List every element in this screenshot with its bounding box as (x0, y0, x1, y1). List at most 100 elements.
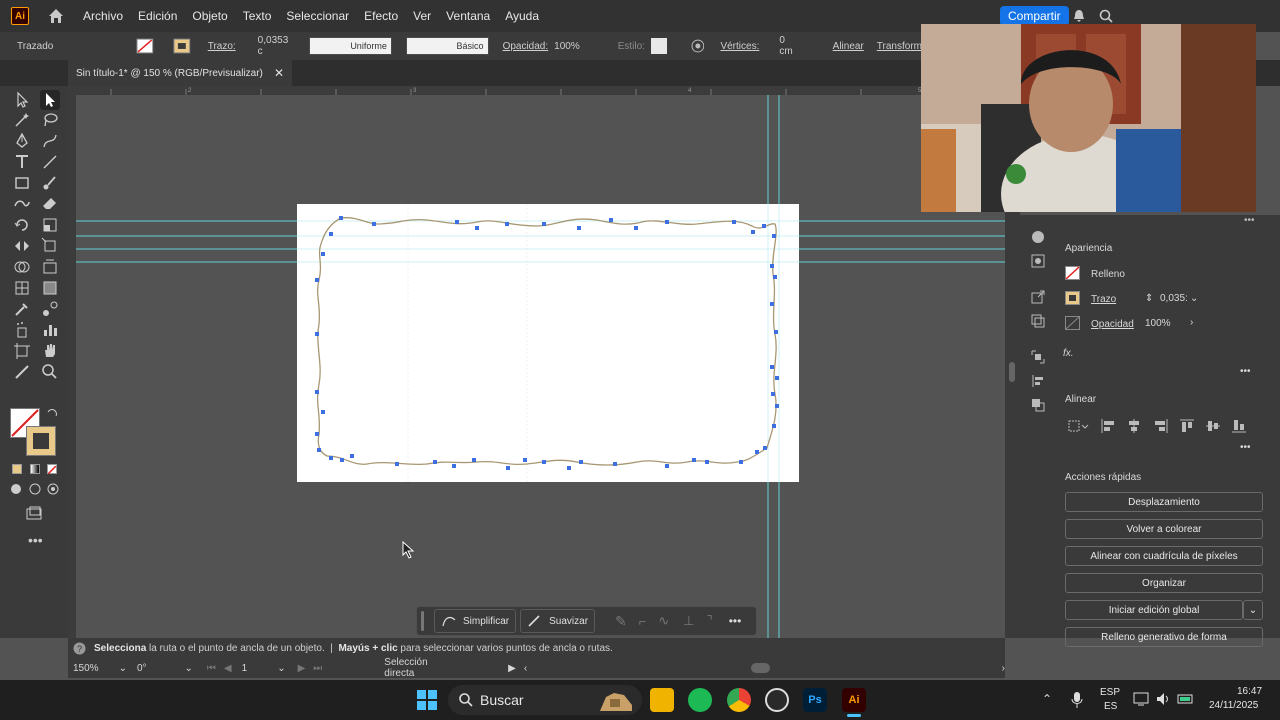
stroke-weight-input[interactable]: 0,0353 c (254, 35, 295, 57)
variable-width-profile[interactable]: Uniforme (309, 37, 392, 55)
align-link[interactable]: Alinear (833, 41, 864, 52)
opacity-arrow-icon[interactable]: › (1190, 317, 1193, 328)
appearance-opacity-value[interactable]: 100% (1145, 318, 1171, 329)
stroke-swatch-color[interactable] (26, 426, 56, 456)
recolor-icon[interactable] (691, 39, 705, 53)
more-options-icon[interactable]: ••• (729, 614, 742, 628)
menu-texto[interactable]: Texto (243, 9, 272, 23)
lasso-icon[interactable] (40, 110, 60, 130)
zoom-level[interactable]: 150% (73, 663, 99, 674)
draw-normal-icon[interactable] (9, 482, 23, 496)
pen-tool-icon[interactable] (12, 131, 32, 151)
draw-inside-icon[interactable] (46, 482, 60, 496)
ruler-edit-icon[interactable] (12, 362, 32, 382)
align-center-h-icon[interactable] (1126, 418, 1142, 434)
microphone-icon[interactable] (1070, 691, 1084, 709)
align-bottom-icon[interactable] (1231, 418, 1247, 434)
language-line2[interactable]: ES (1104, 701, 1117, 712)
stroke-dropdown-icon[interactable]: ⌄ (1190, 293, 1198, 304)
clock-date[interactable]: 24/11/2025 (1209, 700, 1258, 711)
last-artboard-icon[interactable]: ⏭ (313, 663, 322, 674)
status-menu-arrow-icon[interactable]: ▶ (508, 663, 516, 674)
stroke-stepper-icon[interactable]: ⇕ (1145, 293, 1153, 304)
stroke-swatch[interactable] (173, 38, 191, 54)
scroll-left-icon[interactable]: ‹ (524, 663, 527, 674)
zoom-tool-icon[interactable] (40, 362, 60, 382)
artboard-dropdown-icon[interactable]: ⌄ (277, 663, 285, 674)
width-tool-icon[interactable] (12, 236, 32, 256)
battery-icon[interactable] (1177, 691, 1195, 707)
pathfinder-icon[interactable] (1030, 397, 1046, 413)
fill-none-swatch[interactable] (136, 38, 154, 54)
appearance-fill-swatch[interactable] (1065, 266, 1080, 280)
file-explorer-icon[interactable] (650, 688, 674, 712)
volume-icon[interactable] (1155, 691, 1171, 707)
next-artboard-icon[interactable]: ▶ (298, 663, 306, 674)
none-mode-icon[interactable] (47, 464, 57, 475)
transform-icon[interactable] (1030, 349, 1046, 365)
brush-definition[interactable]: Básico (405, 37, 489, 55)
global-edit-dropdown[interactable]: ⌄ (1243, 600, 1263, 620)
appearance-fill-label[interactable]: Relleno (1091, 269, 1125, 280)
blend-tool-icon[interactable] (40, 299, 60, 319)
recolor-button[interactable]: Volver a colorear (1065, 519, 1263, 539)
align-more-icon[interactable]: ••• (1240, 442, 1251, 453)
anchor-smooth-icon[interactable]: ∿ (658, 613, 669, 629)
appearance-stroke-swatch[interactable] (1065, 291, 1080, 305)
wavy-frame-path[interactable] (297, 204, 799, 482)
prev-artboard-icon[interactable]: ◀ (224, 663, 232, 674)
direct-selection-tool-icon[interactable] (40, 90, 60, 110)
vertices-value[interactable]: 0 cm (779, 35, 800, 57)
artboard-number[interactable]: 1 (242, 663, 248, 674)
generative-shape-fill-button[interactable]: Relleno generativo de forma (1065, 627, 1263, 647)
color-mode-icon[interactable] (12, 464, 22, 474)
paintbrush-icon[interactable] (40, 173, 60, 193)
rectangle-tool-icon[interactable] (12, 173, 32, 193)
anchor-corner-icon[interactable]: ⌐ (639, 614, 647, 629)
type-tool-icon[interactable] (12, 152, 32, 172)
chrome-icon[interactable] (727, 688, 751, 712)
eraser-icon[interactable] (40, 194, 60, 214)
more-tools-icon[interactable]: ••• (28, 532, 43, 548)
appearance-stroke-value[interactable]: 0,035: (1160, 293, 1188, 304)
align-right-icon[interactable] (1153, 418, 1169, 434)
swap-colors-icon[interactable] (46, 408, 58, 420)
align-center-v-icon[interactable] (1205, 418, 1221, 434)
scroll-right-icon[interactable]: › (1002, 663, 1005, 674)
column-graph-icon[interactable] (40, 320, 60, 340)
simplify-button[interactable]: Simplificar (434, 609, 517, 633)
symbol-sprayer-icon[interactable] (12, 320, 32, 340)
shape-builder-icon[interactable] (12, 257, 32, 277)
align-top-icon[interactable] (1179, 418, 1195, 434)
curvature-tool-icon[interactable] (40, 131, 60, 151)
selection-tool-icon[interactable] (12, 90, 32, 110)
export-icon[interactable] (1030, 289, 1046, 305)
zoom-dropdown-icon[interactable]: ⌄ (119, 663, 127, 674)
draw-behind-icon[interactable] (28, 482, 42, 496)
share-button[interactable]: Compartir (1000, 6, 1069, 26)
anchor-remove-icon[interactable]: ⌝ (707, 613, 713, 629)
drag-handle[interactable] (421, 611, 424, 631)
illustrator-logo[interactable]: Ai (11, 7, 29, 25)
eyedropper-icon[interactable] (12, 299, 32, 319)
photoshop-icon[interactable]: Ps (803, 688, 827, 712)
help-icon[interactable]: ? (73, 642, 86, 655)
rotation-dropdown-icon[interactable]: ⌄ (185, 663, 193, 674)
panel-menu-icon[interactable]: ••• (1244, 215, 1255, 226)
offset-path-button[interactable]: Desplazamiento (1065, 492, 1263, 512)
illustrator-taskbar-icon[interactable]: Ai (842, 688, 866, 712)
transform-link[interactable]: Transform (877, 41, 922, 52)
menu-ayuda[interactable]: Ayuda (505, 9, 539, 23)
arrange-button[interactable]: Organizar (1065, 573, 1263, 593)
global-edit-button[interactable]: Iniciar edición global (1065, 600, 1243, 620)
home-icon[interactable] (47, 7, 65, 25)
bell-icon[interactable] (1071, 8, 1087, 24)
language-line1[interactable]: ESP (1100, 687, 1120, 698)
align-to-dropdown[interactable] (1068, 418, 1090, 434)
smooth-button[interactable]: Suavizar (520, 609, 596, 633)
appearance-stroke-label[interactable]: Trazo (1091, 294, 1116, 305)
first-artboard-icon[interactable]: ⏮ (207, 663, 216, 674)
layers-icon[interactable] (1030, 313, 1046, 329)
line-tool-icon[interactable] (40, 152, 60, 172)
menu-edicion[interactable]: Edición (138, 9, 177, 23)
